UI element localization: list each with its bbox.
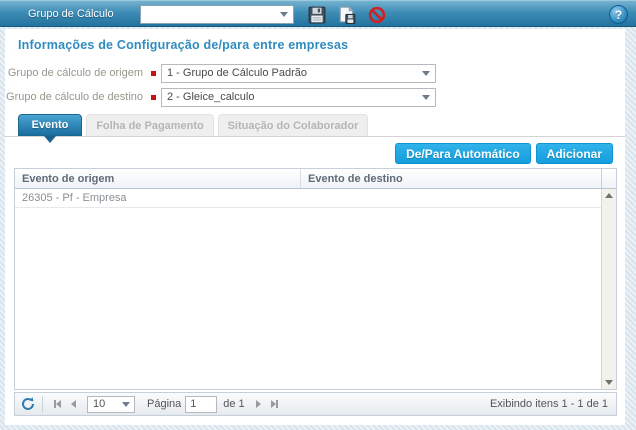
last-page-button[interactable] [266, 396, 283, 412]
tab-situacao-do-colaborador[interactable]: Situação do Colaborador [218, 114, 368, 136]
cell-evento-origem[interactable]: 26305 - Pf - Empresa [15, 192, 301, 204]
origin-group-select[interactable]: 1 - Grupo de Cálculo Padrão [161, 64, 436, 83]
previous-page-button[interactable] [66, 396, 81, 412]
destination-group-select[interactable]: 2 - Gleice_calculo [161, 88, 436, 107]
next-page-button[interactable] [251, 396, 266, 412]
page-label: Página [147, 398, 181, 410]
page-size-value: 10 [93, 398, 105, 410]
pager-bar: 10 Página de 1 Exibindo itens 1 - 1 de 1 [14, 392, 617, 416]
adicionar-button[interactable]: Adicionar [536, 143, 613, 164]
destination-group-label: Grupo de cálculo de destino [5, 91, 143, 103]
chevron-down-icon[interactable] [422, 71, 430, 76]
scroll-down-icon[interactable] [605, 380, 613, 385]
save-icon[interactable] [308, 6, 326, 24]
table-vertical-scrollbar[interactable] [601, 189, 616, 389]
events-table: Evento de origem Evento de destino 26305… [14, 168, 617, 390]
header-scrollbar-spacer [601, 169, 616, 188]
origin-group-field: Grupo de cálculo de origem 1 - Grupo de … [5, 63, 436, 83]
cancel-icon[interactable] [368, 6, 386, 24]
scroll-up-icon[interactable] [605, 193, 613, 198]
help-button[interactable]: ? [609, 5, 628, 24]
page-size-select[interactable]: 10 [87, 396, 135, 413]
main-panel: Informações de Configuração de/para entr… [5, 29, 625, 425]
chevron-down-icon[interactable] [122, 402, 130, 407]
column-header-evento-destino[interactable]: Evento de destino [301, 169, 601, 188]
table-header: Evento de origem Evento de destino [15, 169, 616, 189]
tab-evento[interactable]: Evento [18, 114, 82, 136]
destination-group-value: 2 - Gleice_calculo [167, 91, 254, 103]
chevron-down-icon[interactable] [422, 95, 430, 100]
depara-automatico-button[interactable]: De/Para Automático [395, 143, 531, 164]
save-as-icon[interactable] [338, 6, 356, 24]
table-row[interactable]: 26305 - Pf - Empresa [15, 189, 601, 208]
first-page-button[interactable] [49, 396, 66, 412]
tab-folha-de-pagamento[interactable]: Folha de Pagamento [86, 114, 214, 136]
help-label: ? [615, 8, 622, 22]
origin-group-value: 1 - Grupo de Cálculo Padrão [167, 67, 307, 79]
page-title: Informações de Configuração de/para entr… [18, 38, 348, 52]
action-buttons: De/Para Automático Adicionar [395, 143, 613, 164]
tab-bar: Evento Folha de Pagamento Situação do Co… [5, 114, 625, 137]
required-marker-icon [151, 95, 156, 100]
toolbar-title: Grupo de Cálculo [28, 8, 114, 20]
active-tab-pointer-icon [44, 136, 56, 143]
origin-group-label: Grupo de cálculo de origem [5, 67, 143, 79]
chevron-down-icon[interactable] [280, 12, 288, 17]
page-of-label: de 1 [223, 398, 244, 410]
page-number-input[interactable] [185, 396, 217, 413]
destination-group-field: Grupo de cálculo de destino 2 - Gleice_c… [5, 87, 436, 107]
pager-status: Exibindo itens 1 - 1 de 1 [490, 398, 608, 410]
column-header-evento-origem[interactable]: Evento de origem [15, 169, 301, 188]
required-marker-icon [151, 71, 156, 76]
calc-group-search-combo[interactable] [140, 5, 294, 24]
top-toolbar: Grupo de Cálculo ? [0, 0, 636, 27]
refresh-icon[interactable] [20, 396, 36, 412]
pager-separator [42, 396, 43, 412]
